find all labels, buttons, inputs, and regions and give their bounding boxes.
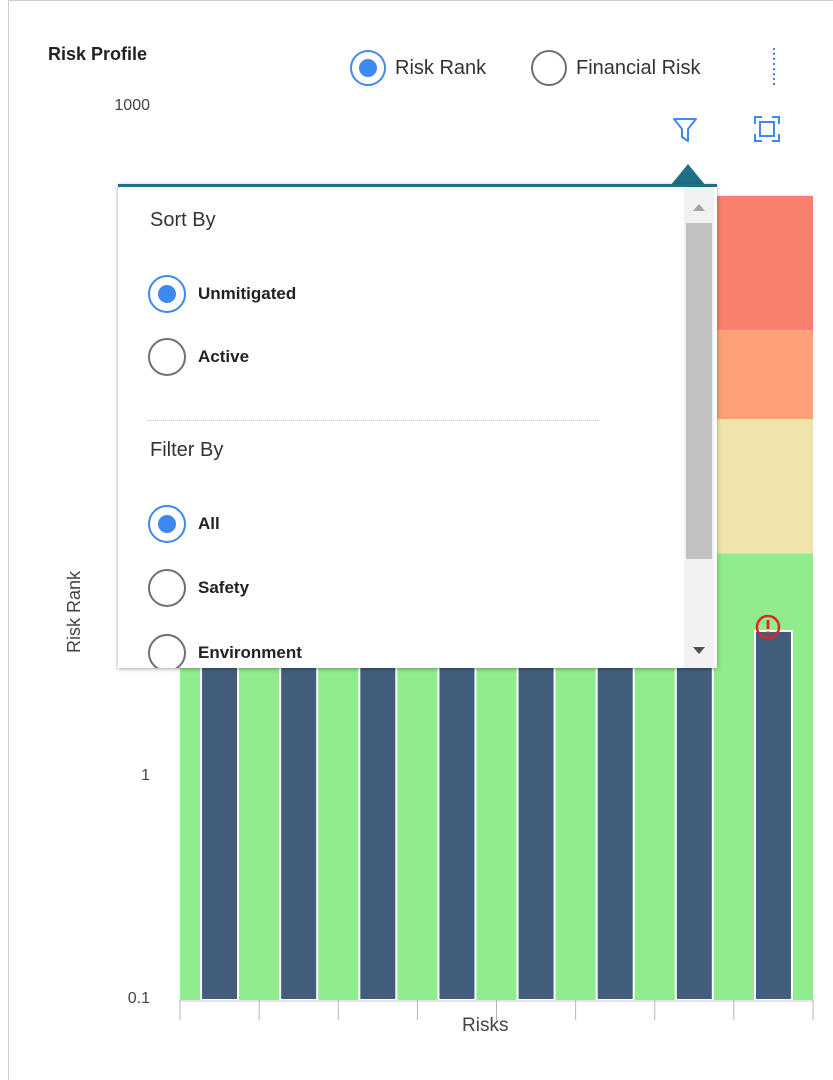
financial-risk-label: Financial Risk	[576, 56, 701, 79]
sort-by-heading: Sort By	[150, 209, 216, 231]
filter-all-label: All	[198, 514, 220, 533]
radio-circle	[148, 275, 186, 313]
popup-scrollbar[interactable]	[684, 187, 714, 668]
sort-unmitigated-radio[interactable]: Unmitigated	[148, 275, 296, 313]
filter-environment-label: Environment	[198, 643, 302, 662]
risk-bar[interactable]	[753, 629, 793, 1001]
sort-filter-popup: Sort By Unmitigated Active Filter By All…	[118, 184, 717, 668]
alert-circle-icon[interactable]	[754, 613, 782, 641]
filter-environment-radio[interactable]: Environment	[148, 634, 302, 668]
sort-active-radio[interactable]: Active	[148, 338, 249, 376]
scroll-up-arrow-icon[interactable]	[684, 195, 714, 219]
radio-circle	[531, 50, 567, 86]
y-tick-label: 1	[141, 766, 150, 784]
radio-circle	[148, 505, 186, 543]
x-axis-title: Risks	[462, 1015, 509, 1036]
radio-circle	[148, 569, 186, 607]
sort-active-label: Active	[198, 347, 250, 366]
more-vertical-icon[interactable]	[773, 48, 775, 86]
sort-unmitigated-label: Unmitigated	[198, 284, 297, 303]
risk-rank-radio[interactable]: Risk Rank	[350, 48, 486, 88]
popup-caret	[670, 164, 706, 186]
y-tick-label: 0.1	[127, 990, 150, 1007]
divider	[148, 420, 600, 421]
filter-funnel-icon[interactable]	[668, 112, 702, 146]
filter-all-radio[interactable]: All	[148, 505, 220, 543]
radio-circle	[148, 634, 186, 668]
radio-circle	[148, 338, 186, 376]
risk-rank-label: Risk Rank	[395, 56, 487, 79]
popup-content: Sort By Unmitigated Active Filter By All…	[118, 187, 684, 668]
scroll-down-arrow-icon[interactable]	[684, 638, 714, 662]
expand-icon[interactable]	[750, 112, 784, 146]
filter-safety-radio[interactable]: Safety	[148, 569, 249, 607]
panel-title: Risk Profile	[48, 44, 148, 64]
financial-risk-radio[interactable]: Financial Risk	[531, 48, 700, 88]
filter-by-heading: Filter By	[150, 439, 224, 461]
filter-safety-label: Safety	[198, 578, 250, 597]
y-axis-title: Risk Rank	[64, 570, 84, 654]
scrollbar-thumb[interactable]	[686, 223, 712, 559]
radio-circle	[350, 50, 386, 86]
y-tick-label: 1000	[114, 97, 150, 114]
